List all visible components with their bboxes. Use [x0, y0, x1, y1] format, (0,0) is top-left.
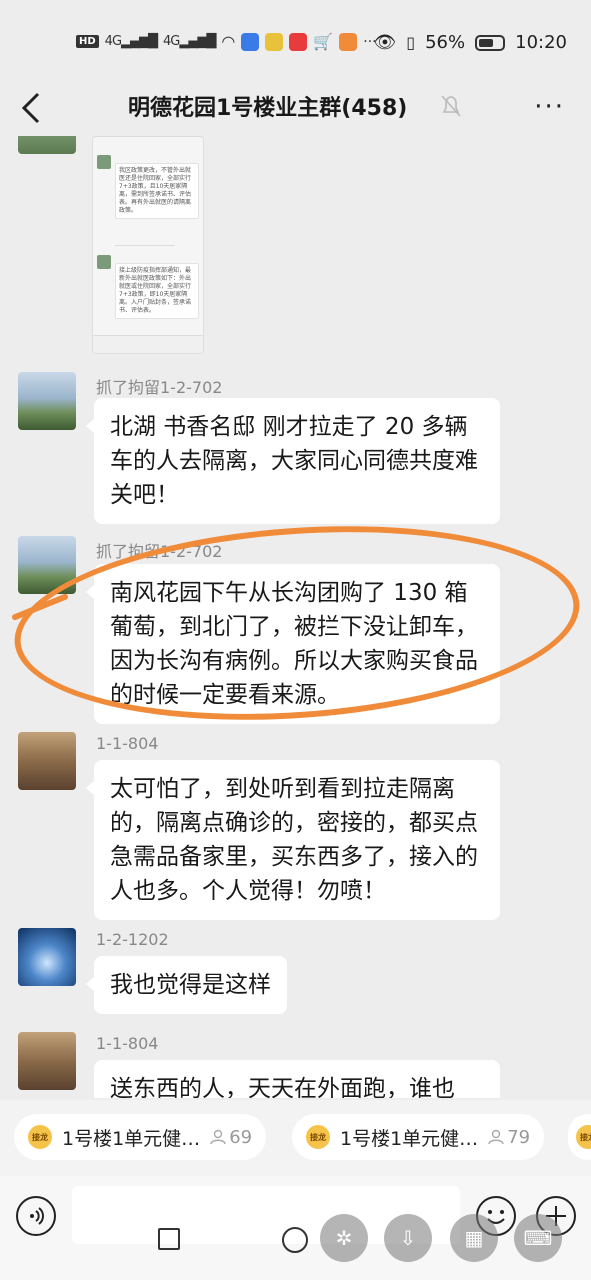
message-bubble[interactable]: 太可怕了，到处听到看到拉走隔离的，隔离点确诊的，密接的，都买点急需品备家里，买东…	[86, 760, 500, 920]
chat-header: 明德花园1号楼业主群(458) ···	[0, 80, 591, 136]
sender-name: 1-1-804	[96, 734, 159, 753]
signal-label: 4G	[104, 34, 122, 49]
home-button[interactable]	[282, 1227, 308, 1253]
person-icon	[210, 1129, 226, 1145]
wifi-icon: ◠	[221, 32, 236, 51]
sparkle-icon: ✲	[335, 1226, 353, 1250]
clock: 10:20	[515, 32, 567, 53]
sender-name: 1-1-804	[96, 1034, 159, 1053]
avatar[interactable]	[18, 536, 76, 594]
image-avatar	[97, 155, 111, 169]
avatar[interactable]	[18, 1032, 76, 1090]
sender-name: 抓了拘留1-2-702	[96, 542, 223, 561]
solitaire-chip[interactable]: 接龙 1号楼1单元健… 79	[292, 1114, 545, 1160]
chip-label: 1号楼1单元健…	[340, 1127, 479, 1150]
sender-name: 抓了拘留1-2-702	[96, 378, 223, 397]
download-icon: ⇩	[399, 1226, 417, 1250]
status-left: HD 4G▂▄▆█ 4G▂▄▆█ ◠ 🛒 ···	[76, 32, 377, 51]
avatar[interactable]	[18, 372, 76, 430]
image-message: 我区政策更改，不管外出就医还是住院回家，全部实行7+3政策，且10天居家隔离，需…	[115, 163, 199, 219]
recent-apps-button[interactable]	[158, 1228, 180, 1250]
status-right: 👁 ▯ 56% 10:20	[373, 32, 567, 53]
avatar[interactable]	[18, 136, 76, 154]
status-bar: HD 4G▂▄▆█ 4G▂▄▆█ ◠ 🛒 ··· 👁 ▯ 56% 10:20	[0, 0, 591, 88]
system-navigation: ✲ ⇩ ▦ ⌨	[0, 1210, 591, 1270]
keyboard-button[interactable]: ⌨	[514, 1214, 562, 1262]
chevron-left-icon	[21, 92, 40, 124]
back-button[interactable]	[14, 86, 50, 130]
count-value: 69	[229, 1126, 253, 1148]
solitaire-badge: 接龙	[576, 1125, 591, 1149]
image-message: 接上级防疫指挥部通知，最新外出就医政策如下：外出就医或住院回家，全部实行7+3政…	[115, 263, 199, 319]
more-options-button[interactable]: ···	[534, 94, 565, 120]
eye-icon: 👁	[373, 32, 397, 53]
grid-icon: ▦	[464, 1226, 484, 1250]
count-value: 79	[507, 1126, 531, 1148]
message-bubble[interactable]: 南风花园下午从长沟团购了 130 箱葡萄，到北门了，被拦下没让卸车，因为长沟有病…	[86, 564, 500, 724]
vibrate-icon: ▯	[406, 33, 416, 52]
message-bubble[interactable]: 北湖 书香名邸 刚才拉走了 20 多辆车的人去隔离，大家同心同德共度难关吧！	[86, 398, 500, 524]
hd-badge: HD	[76, 35, 99, 48]
music-app-icon	[241, 32, 260, 51]
assistant-button[interactable]: ✲	[320, 1214, 368, 1262]
browser-app-icon	[265, 32, 284, 51]
keyboard-icon: ⌨	[523, 1226, 553, 1250]
shared-image[interactable]: 我区政策更改，不管外出就医还是住院回家，全部实行7+3政策，且10天居家隔离，需…	[92, 136, 204, 354]
avatar[interactable]	[18, 732, 76, 790]
video-app-icon	[339, 32, 358, 51]
download-button[interactable]: ⇩	[384, 1214, 432, 1262]
solitaire-badge: 接龙	[306, 1125, 330, 1149]
chat-messages[interactable]: 我区政策更改，不管外出就医还是住院回家，全部实行7+3政策，且10天居家隔离，需…	[0, 136, 591, 1098]
avatar[interactable]	[18, 928, 76, 986]
group-tools-bar: 接龙 1号楼1单元健… 69 接龙 1号楼1单元健… 79 接龙	[0, 1100, 591, 1176]
message-bubble[interactable]: 送东西的人，天天在外面跑，谁也	[94, 1060, 500, 1098]
person-icon	[488, 1129, 504, 1145]
participant-count: 79	[488, 1127, 530, 1148]
image-input-bar	[93, 335, 203, 353]
chip-label: 1号楼1单元健…	[62, 1127, 201, 1150]
cart-icon: 🛒	[313, 32, 334, 51]
message-bubble[interactable]: 我也觉得是这样	[86, 956, 287, 1014]
participant-count: 69	[210, 1127, 252, 1148]
image-divider	[115, 245, 175, 246]
battery-percent: 56%	[425, 32, 466, 53]
solitaire-chip[interactable]: 接龙 1号楼1单元健… 69	[14, 1114, 267, 1160]
image-avatar	[97, 255, 111, 269]
solitaire-chip[interactable]: 接龙	[568, 1114, 591, 1160]
signal-label-2: 4G	[163, 34, 180, 49]
highlight-stroke	[11, 592, 69, 622]
solitaire-badge: 接龙	[28, 1125, 52, 1149]
signal-icon: 4G▂▄▆█	[104, 34, 158, 49]
battery-icon	[475, 34, 506, 51]
page-title: 明德花园1号楼业主群(458)	[128, 96, 408, 121]
sender-name: 1-2-1202	[96, 930, 169, 949]
grid-button[interactable]: ▦	[450, 1214, 498, 1262]
signal-icon-2: 4G▂▄▆█	[163, 34, 216, 49]
mute-bell-icon	[441, 95, 461, 117]
news-app-icon	[289, 32, 308, 51]
